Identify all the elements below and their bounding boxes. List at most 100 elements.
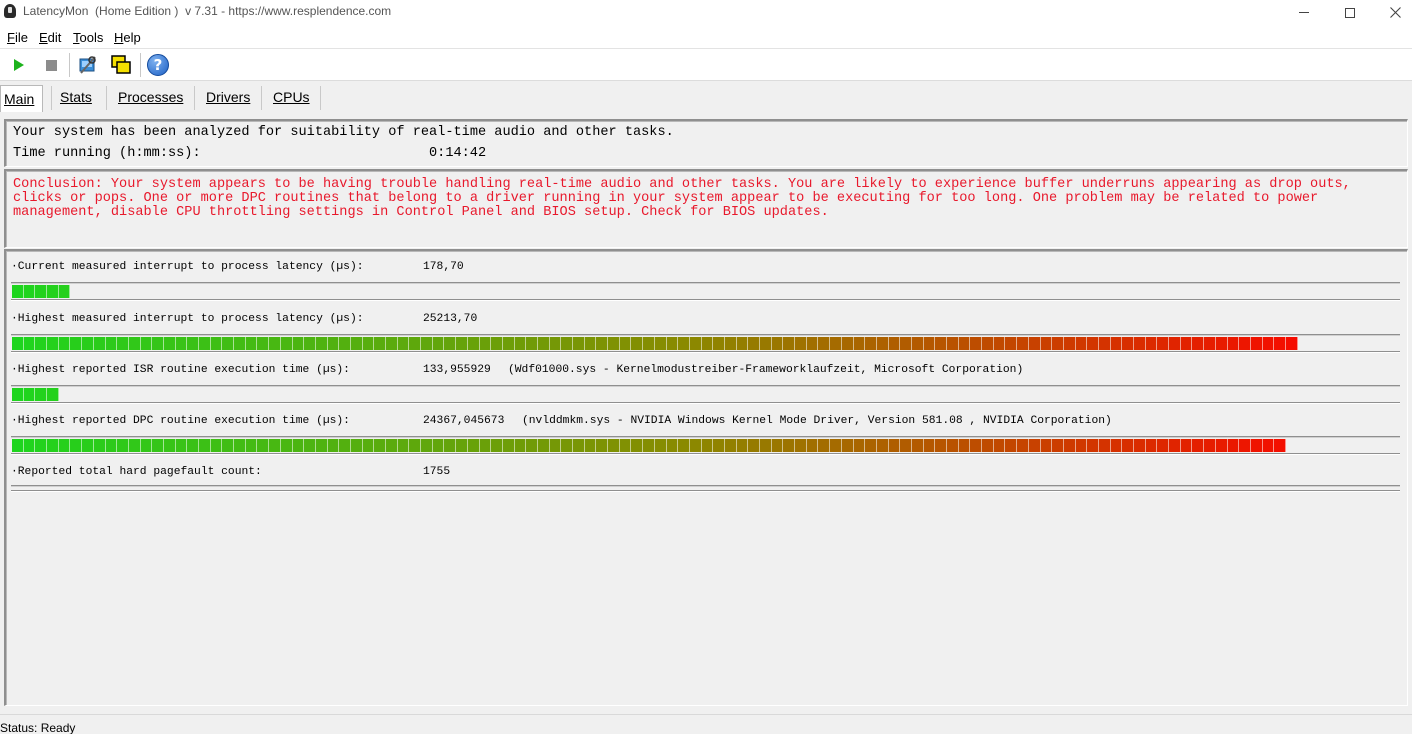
bar-segment bbox=[736, 439, 749, 452]
stop-button[interactable] bbox=[39, 53, 63, 77]
menu-file[interactable]: File bbox=[7, 30, 28, 45]
bar-segment bbox=[923, 439, 936, 452]
bar-segment bbox=[830, 337, 842, 350]
bar-segment bbox=[421, 337, 433, 350]
tab-cpus[interactable]: CPUs bbox=[273, 87, 310, 111]
current-latency-bar bbox=[11, 282, 1400, 301]
bar-segment bbox=[175, 337, 188, 350]
bar-segment bbox=[257, 439, 270, 452]
bar-segment bbox=[806, 439, 819, 452]
bar-segment bbox=[140, 337, 153, 350]
tab-cpus-label: CPUs bbox=[273, 89, 310, 105]
dpc-time-value: 24367,045673 bbox=[423, 415, 505, 427]
windows-button[interactable] bbox=[109, 53, 133, 77]
maximize-icon bbox=[1345, 7, 1355, 18]
bar-segment bbox=[269, 337, 281, 350]
minimize-button[interactable] bbox=[1281, 0, 1327, 25]
bar-segment bbox=[1063, 337, 1076, 350]
bar-segment bbox=[23, 285, 36, 298]
toolbar-separator bbox=[69, 53, 70, 77]
bar-segment bbox=[374, 337, 386, 350]
tab-stats[interactable]: Stats bbox=[60, 87, 92, 111]
bar-segment bbox=[82, 439, 94, 452]
close-button[interactable] bbox=[1372, 0, 1412, 25]
help-button[interactable]: ? bbox=[146, 53, 170, 77]
bar-segment bbox=[502, 337, 515, 350]
bar-segment bbox=[23, 439, 36, 452]
time-running-label: Time running (h:mm:ss): bbox=[13, 146, 201, 161]
bar-segment bbox=[701, 439, 714, 452]
bar-segment bbox=[724, 337, 737, 350]
time-running-value: 0:14:42 bbox=[429, 146, 487, 161]
minimize-icon bbox=[1299, 12, 1309, 13]
bar-segment bbox=[713, 439, 725, 452]
bar-segment bbox=[1028, 439, 1041, 452]
bar-segment bbox=[1145, 337, 1158, 350]
bar-segment bbox=[876, 439, 889, 452]
start-button[interactable] bbox=[7, 53, 31, 77]
bar-segment bbox=[643, 439, 655, 452]
bar-segment bbox=[432, 439, 445, 452]
bar-segment bbox=[292, 337, 305, 350]
tab-processes-label: Processes bbox=[118, 89, 184, 105]
bar-segment bbox=[1052, 337, 1064, 350]
bar-segment bbox=[245, 439, 258, 452]
bar-segment bbox=[689, 337, 702, 350]
bar-segment bbox=[1110, 439, 1123, 452]
menu-help[interactable]: Help bbox=[114, 30, 141, 45]
find-driver-button[interactable] bbox=[76, 53, 100, 77]
bar-segment bbox=[187, 337, 199, 350]
close-icon bbox=[1389, 7, 1401, 18]
app-icon bbox=[4, 4, 16, 18]
bar-segment bbox=[537, 337, 550, 350]
menu-edit[interactable]: Edit bbox=[39, 30, 61, 45]
bar-segment bbox=[1110, 337, 1123, 350]
menu-tools[interactable]: Tools bbox=[73, 30, 103, 45]
bar-segment bbox=[1098, 337, 1111, 350]
bar-segment bbox=[678, 337, 690, 350]
bar-segment bbox=[1075, 439, 1088, 452]
bar-segment bbox=[841, 439, 854, 452]
status-text: Status: Ready bbox=[0, 721, 76, 734]
tab-main[interactable]: Main bbox=[0, 85, 43, 112]
bar-segment bbox=[327, 439, 340, 452]
isr-time-bar bbox=[11, 385, 1400, 404]
tab-drivers[interactable]: Drivers bbox=[206, 87, 250, 111]
bar-segment bbox=[841, 337, 854, 350]
tab-divider bbox=[51, 86, 52, 110]
bar-segment bbox=[152, 337, 164, 350]
bar-segment bbox=[596, 439, 609, 452]
isr-time-value: 133,955929 bbox=[423, 364, 491, 376]
bar-segment bbox=[234, 439, 246, 452]
bar-segment bbox=[1227, 439, 1240, 452]
pagefault-count-value: 1755 bbox=[423, 466, 451, 478]
bar-segment bbox=[339, 337, 351, 350]
bar-segment bbox=[1017, 439, 1029, 452]
bar-segment bbox=[537, 439, 550, 452]
tab-divider bbox=[194, 86, 195, 110]
bar-segment bbox=[1250, 337, 1263, 350]
bar-segment bbox=[631, 337, 644, 350]
bar-segment bbox=[58, 439, 71, 452]
bar-segment bbox=[1122, 439, 1134, 452]
bar-segment bbox=[304, 337, 316, 350]
bar-segment bbox=[970, 337, 983, 350]
bar-segment bbox=[82, 337, 94, 350]
tab-processes[interactable]: Processes bbox=[118, 87, 183, 111]
bar-segment bbox=[561, 337, 573, 350]
status-bar: Status: Ready bbox=[0, 714, 1412, 734]
bar-segment bbox=[280, 439, 293, 452]
bar-segment bbox=[35, 285, 48, 298]
bar-segment bbox=[47, 337, 59, 350]
bar-segment bbox=[608, 439, 620, 452]
bar-segment bbox=[105, 337, 118, 350]
bar-segment bbox=[397, 337, 410, 350]
bar-segment bbox=[1087, 337, 1099, 350]
bar-segment bbox=[70, 337, 83, 350]
bar-segment bbox=[304, 439, 316, 452]
bar-segment bbox=[234, 337, 246, 350]
bar-segment bbox=[163, 439, 176, 452]
latencymon-window: LatencyMon (Home Edition ) v 7.31 - http… bbox=[0, 0, 1412, 734]
maximize-button[interactable] bbox=[1327, 0, 1373, 25]
bar-segment bbox=[374, 439, 386, 452]
